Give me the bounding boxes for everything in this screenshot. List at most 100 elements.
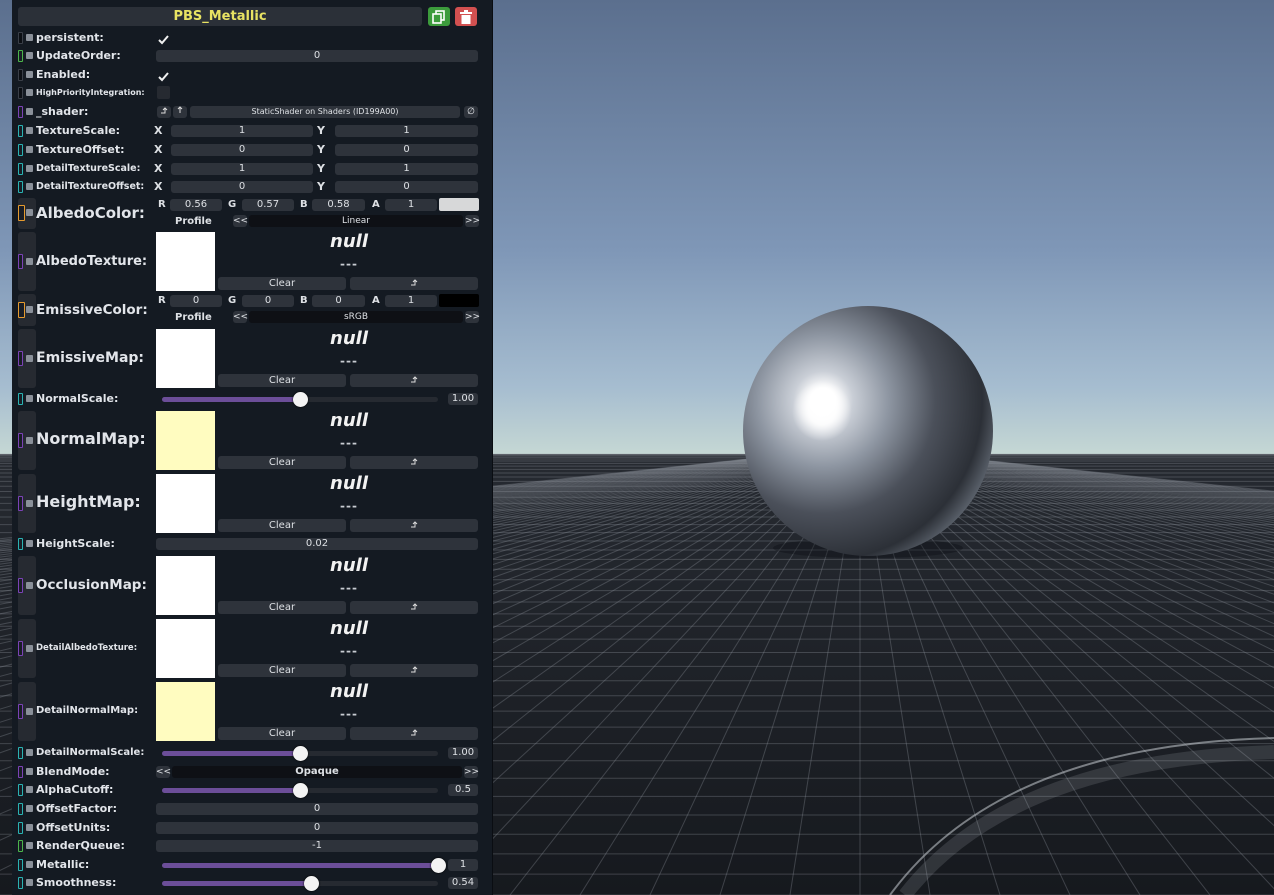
drag-handle[interactable] bbox=[26, 355, 33, 362]
drag-handle[interactable] bbox=[26, 258, 33, 265]
alpha-cutoff-value[interactable]: 0.5 bbox=[448, 784, 478, 796]
connector[interactable] bbox=[18, 822, 23, 834]
drag-handle[interactable] bbox=[26, 146, 33, 153]
albedo-profile-field[interactable]: Linear bbox=[249, 215, 463, 227]
connector[interactable] bbox=[18, 840, 23, 852]
emissive-r-field[interactable]: 0 bbox=[170, 295, 222, 307]
normal-open-button[interactable] bbox=[350, 456, 478, 469]
normal-map-preview[interactable] bbox=[156, 411, 215, 470]
detail-normal-scale-slider[interactable] bbox=[162, 746, 438, 761]
connector[interactable] bbox=[18, 69, 23, 81]
normal-clear-button[interactable]: Clear bbox=[218, 456, 346, 469]
albedo-profile-prev[interactable]: << bbox=[233, 215, 248, 227]
metallic-slider[interactable] bbox=[162, 858, 446, 873]
drag-handle[interactable] bbox=[26, 824, 33, 831]
connector[interactable] bbox=[18, 351, 23, 366]
connector[interactable] bbox=[18, 144, 23, 156]
smoothness-value[interactable]: 0.54 bbox=[448, 877, 478, 889]
persistent-checkbox[interactable] bbox=[157, 31, 170, 45]
alpha-cutoff-slider[interactable] bbox=[162, 783, 438, 798]
component-title[interactable]: PBS_Metallic bbox=[18, 7, 422, 26]
emissive-open-button[interactable] bbox=[350, 374, 478, 387]
offset-units-field[interactable]: 0 bbox=[156, 822, 478, 834]
connector[interactable] bbox=[18, 784, 23, 796]
albedo-r-field[interactable]: 0.56 bbox=[170, 199, 222, 211]
smoothness-slider[interactable] bbox=[162, 876, 438, 891]
blend-mode-prev[interactable]: << bbox=[156, 766, 171, 778]
connector[interactable] bbox=[18, 302, 25, 318]
drag-handle[interactable] bbox=[26, 500, 33, 507]
slider-handle[interactable] bbox=[431, 858, 446, 873]
slider-handle[interactable] bbox=[293, 746, 308, 761]
normal-scale-slider[interactable] bbox=[162, 392, 438, 407]
drag-handle[interactable] bbox=[26, 749, 33, 756]
albedo-b-field[interactable]: 0.58 bbox=[312, 199, 365, 211]
detail-texture-scale-y[interactable]: 1 bbox=[335, 163, 478, 175]
detail-albedo-open-button[interactable] bbox=[350, 664, 478, 677]
drag-handle[interactable] bbox=[26, 842, 33, 849]
connector[interactable] bbox=[18, 32, 23, 44]
albedo-texture-preview[interactable] bbox=[156, 232, 215, 291]
blend-mode-field[interactable]: Opaque bbox=[172, 766, 462, 778]
drag-handle[interactable] bbox=[26, 708, 33, 715]
drag-handle[interactable] bbox=[26, 34, 33, 41]
drag-handle[interactable] bbox=[26, 89, 33, 96]
drag-handle[interactable] bbox=[26, 645, 33, 652]
detail-normal-clear-button[interactable]: Clear bbox=[218, 727, 346, 740]
connector[interactable] bbox=[18, 106, 23, 118]
emissive-profile-field[interactable]: sRGB bbox=[249, 311, 463, 323]
slider-handle[interactable] bbox=[293, 392, 308, 407]
drag-handle[interactable] bbox=[26, 768, 33, 775]
emissive-b-field[interactable]: 0 bbox=[312, 295, 365, 307]
duplicate-button[interactable] bbox=[428, 7, 450, 26]
slider-handle[interactable] bbox=[293, 783, 308, 798]
drag-handle[interactable] bbox=[26, 108, 33, 115]
connector[interactable] bbox=[18, 578, 23, 593]
height-map-preview[interactable] bbox=[156, 474, 215, 533]
occlusion-clear-button[interactable]: Clear bbox=[218, 601, 346, 614]
drag-handle[interactable] bbox=[26, 395, 33, 402]
drag-handle[interactable] bbox=[26, 306, 33, 313]
albedo-open-button[interactable] bbox=[350, 277, 478, 290]
shader-up-button[interactable] bbox=[173, 106, 187, 118]
texture-offset-y[interactable]: 0 bbox=[335, 144, 478, 156]
texture-scale-x[interactable]: 1 bbox=[171, 125, 313, 137]
drag-handle[interactable] bbox=[26, 183, 33, 190]
connector[interactable] bbox=[18, 877, 23, 889]
detail-texture-offset-x[interactable]: 0 bbox=[171, 181, 313, 193]
drag-handle[interactable] bbox=[26, 127, 33, 134]
drag-handle[interactable] bbox=[26, 71, 33, 78]
metallic-value[interactable]: 1 bbox=[448, 859, 478, 871]
shader-clear-button[interactable]: ∅ bbox=[464, 106, 478, 118]
albedo-color-swatch[interactable] bbox=[439, 198, 479, 211]
connector[interactable] bbox=[18, 393, 23, 405]
connector[interactable] bbox=[18, 766, 23, 778]
albedo-a-field[interactable]: 1 bbox=[385, 199, 437, 211]
height-open-button[interactable] bbox=[350, 519, 478, 532]
emissive-profile-next[interactable]: >> bbox=[465, 311, 480, 323]
metallic-sphere[interactable] bbox=[743, 306, 993, 556]
delete-button[interactable] bbox=[455, 7, 477, 26]
connector[interactable] bbox=[18, 433, 23, 448]
drag-handle[interactable] bbox=[26, 52, 33, 59]
drag-handle[interactable] bbox=[26, 540, 33, 547]
drag-handle[interactable] bbox=[26, 165, 33, 172]
emissive-clear-button[interactable]: Clear bbox=[218, 374, 346, 387]
shader-open-button[interactable] bbox=[157, 106, 171, 118]
texture-scale-y[interactable]: 1 bbox=[335, 125, 478, 137]
emissive-color-swatch[interactable] bbox=[439, 294, 479, 307]
occlusion-map-preview[interactable] bbox=[156, 556, 215, 615]
occlusion-open-button[interactable] bbox=[350, 601, 478, 614]
connector[interactable] bbox=[18, 803, 23, 815]
drag-handle[interactable] bbox=[26, 209, 33, 216]
albedo-g-field[interactable]: 0.57 bbox=[242, 199, 294, 211]
emissive-g-field[interactable]: 0 bbox=[242, 295, 294, 307]
shader-field[interactable]: StaticShader on Shaders (ID199A00) bbox=[190, 106, 460, 118]
connector[interactable] bbox=[18, 254, 23, 269]
drag-handle[interactable] bbox=[26, 879, 33, 886]
connector[interactable] bbox=[18, 747, 23, 759]
connector[interactable] bbox=[18, 125, 23, 137]
albedo-profile-next[interactable]: >> bbox=[465, 215, 480, 227]
emissive-profile-prev[interactable]: << bbox=[233, 311, 248, 323]
connector[interactable] bbox=[18, 859, 23, 871]
